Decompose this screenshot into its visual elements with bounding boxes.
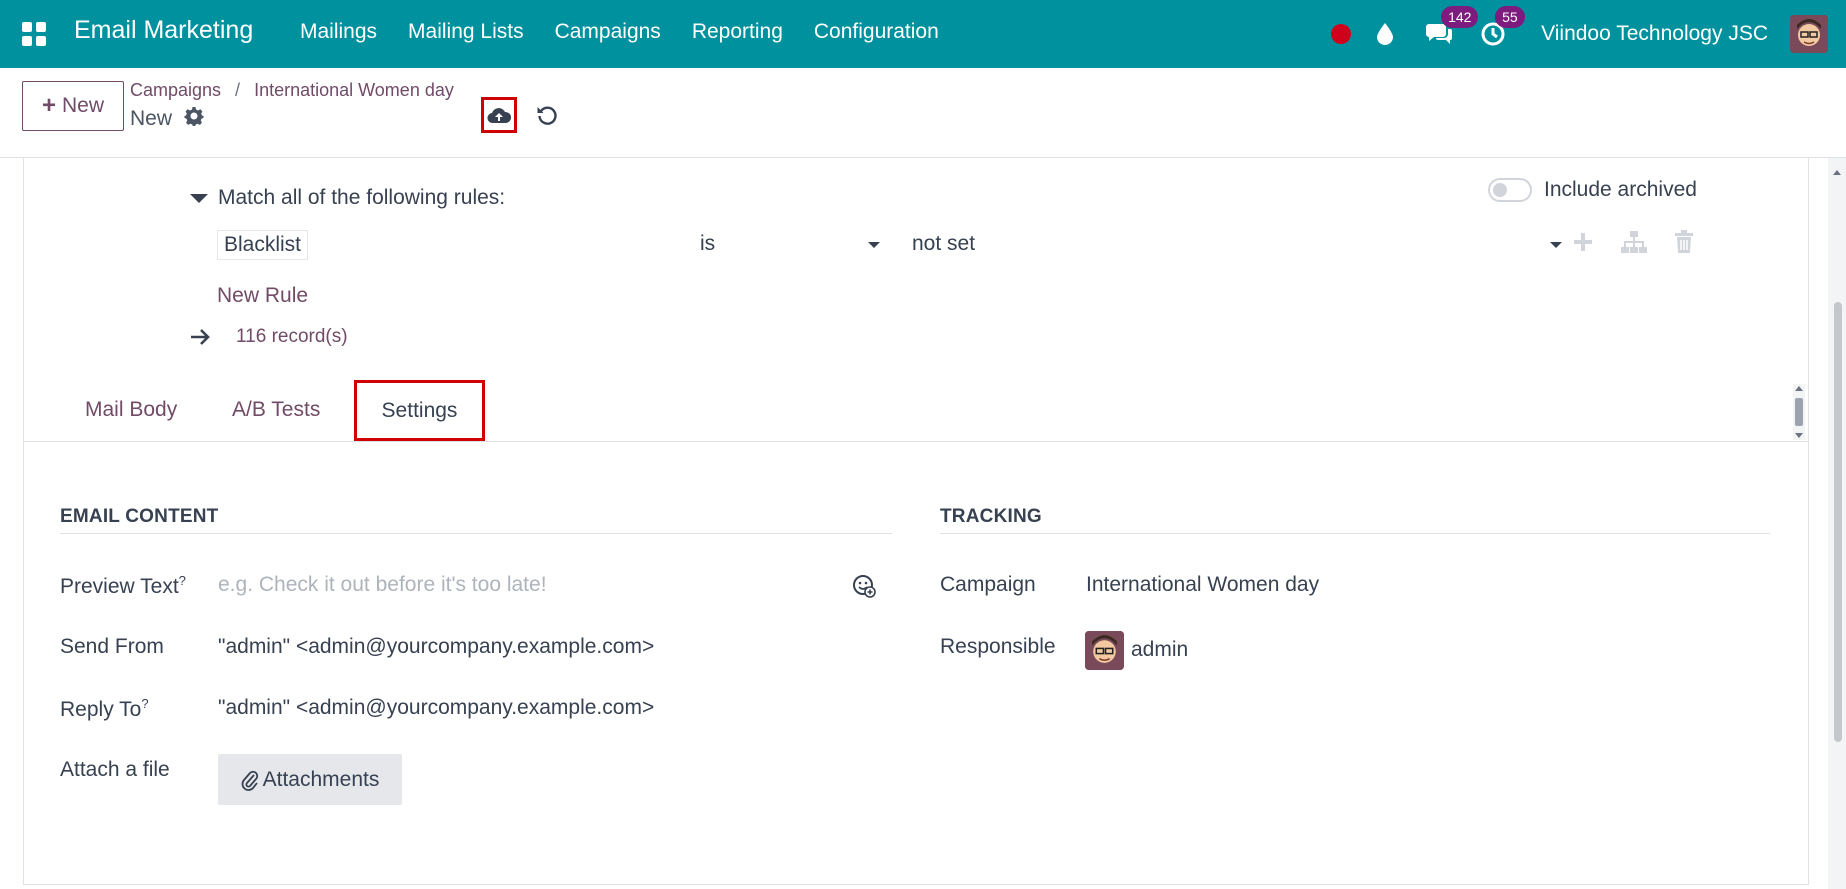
tab-ab-tests[interactable]: A/B Tests <box>232 398 320 422</box>
tab-mail-body[interactable]: Mail Body <box>85 398 177 422</box>
help-tooltip-icon[interactable]: ? <box>179 573 186 588</box>
rule-operator-select[interactable]: is <box>700 232 880 256</box>
tracking-divider <box>940 533 1770 534</box>
rule-field-selector[interactable]: Blacklist <box>217 230 309 260</box>
top-navbar: Email Marketing Mailings Mailing Lists C… <box>0 0 1846 68</box>
delete-rule-trash-icon[interactable] <box>1674 230 1694 259</box>
paperclip-icon <box>241 770 258 791</box>
include-archived-toggle[interactable] <box>1488 178 1532 202</box>
attach-file-label: Attach a file <box>60 758 170 781</box>
breadcrumb-separator: / <box>235 80 241 100</box>
new-rule-link[interactable]: New Rule <box>217 284 308 308</box>
caret-down-icon <box>190 193 208 203</box>
send-from-field[interactable]: "admin" <admin@yourcompany.example.com> <box>218 635 654 659</box>
domain-match-toggle[interactable]: Match all of the following rules: <box>190 186 505 210</box>
tabs-scrollbar[interactable] <box>1793 384 1805 440</box>
breadcrumb-campaign-record[interactable]: International Women day <box>254 80 454 101</box>
help-tooltip-icon[interactable]: ? <box>141 696 148 711</box>
debug-drop-icon[interactable] <box>1371 20 1399 48</box>
menu-mailings[interactable]: Mailings <box>300 20 377 44</box>
control-panel: + New Campaigns / International Women da… <box>0 68 1846 158</box>
save-cloud-button[interactable] <box>481 97 517 133</box>
records-count-row: 116 record(s) <box>190 326 348 348</box>
menu-campaigns[interactable]: Campaigns <box>555 20 661 44</box>
add-branch-sitemap-icon[interactable] <box>1620 230 1648 259</box>
recording-indicator-icon[interactable] <box>1331 24 1352 44</box>
plus-icon: + <box>41 92 56 119</box>
menu-reporting[interactable]: Reporting <box>692 20 783 44</box>
preview-text-label: Preview Text? <box>60 573 186 598</box>
arrow-right-icon <box>191 329 210 345</box>
emoji-picker-icon[interactable] <box>852 574 876 603</box>
tabs-divider <box>24 441 1808 442</box>
menu-mailing-lists[interactable]: Mailing Lists <box>408 20 524 44</box>
breadcrumb: Campaigns / International Women day <box>130 80 454 101</box>
chevron-down-icon <box>1550 242 1562 248</box>
rule-operator-value: is <box>700 232 716 255</box>
domain-match-label: Match all of the following rules: <box>218 186 506 209</box>
record-name: New <box>130 107 173 130</box>
responsible-label: Responsible <box>940 635 1056 658</box>
app-title[interactable]: Email Marketing <box>74 16 253 45</box>
attachments-button[interactable]: Attachments <box>218 754 402 805</box>
tab-settings[interactable]: Settings <box>354 380 485 441</box>
messages-count-badge: 142 <box>1441 6 1479 28</box>
gear-icon[interactable] <box>184 106 204 132</box>
email-content-section-title: EMAIL CONTENT <box>60 506 219 527</box>
tracking-section-title: TRACKING <box>940 506 1042 527</box>
responsible-avatar[interactable] <box>1085 631 1124 670</box>
records-count-link[interactable]: 116 record(s) <box>236 326 348 348</box>
systray: 142 55 Viindoo Technology JSC <box>1331 6 1828 58</box>
attachments-label: Attachments <box>262 767 380 791</box>
new-record-button[interactable]: + New <box>22 81 124 131</box>
new-button-label: New <box>62 94 105 117</box>
main-menu: Mailings Mailing Lists Campaigns Reporti… <box>300 20 970 44</box>
app-menu-grid-icon[interactable] <box>22 22 46 46</box>
email-content-divider <box>60 533 892 534</box>
chevron-down-icon <box>868 242 880 248</box>
activities-count-badge: 55 <box>1495 6 1525 28</box>
user-avatar[interactable] <box>1790 15 1828 53</box>
breadcrumb-campaigns[interactable]: Campaigns <box>130 80 221 101</box>
campaign-label: Campaign <box>940 573 1036 596</box>
reply-to-label: Reply To? <box>60 696 149 721</box>
include-archived: Include archived <box>1488 178 1697 202</box>
rule-value: not set <box>912 232 976 255</box>
send-from-label: Send From <box>60 635 164 658</box>
responsible-field[interactable]: admin <box>1131 638 1188 662</box>
rule-actions <box>1572 230 1694 259</box>
preview-text-input[interactable]: e.g. Check it out before it's too late! <box>218 573 547 597</box>
record-title: New <box>130 106 204 132</box>
menu-configuration[interactable]: Configuration <box>814 20 939 44</box>
rule-value-select[interactable]: not set <box>912 232 1562 256</box>
discard-undo-button[interactable] <box>532 100 562 130</box>
messages-icon[interactable]: 142 <box>1425 6 1479 48</box>
reply-to-field[interactable]: "admin" <admin@yourcompany.example.com> <box>218 696 654 720</box>
campaign-field[interactable]: International Women day <box>1086 573 1319 597</box>
page-scrollbar[interactable] <box>1828 158 1846 889</box>
company-switcher[interactable]: Viindoo Technology JSC <box>1541 22 1768 46</box>
add-rule-plus-icon[interactable] <box>1572 231 1594 258</box>
activities-clock-icon[interactable]: 55 <box>1479 6 1525 48</box>
include-archived-label: Include archived <box>1544 178 1697 201</box>
